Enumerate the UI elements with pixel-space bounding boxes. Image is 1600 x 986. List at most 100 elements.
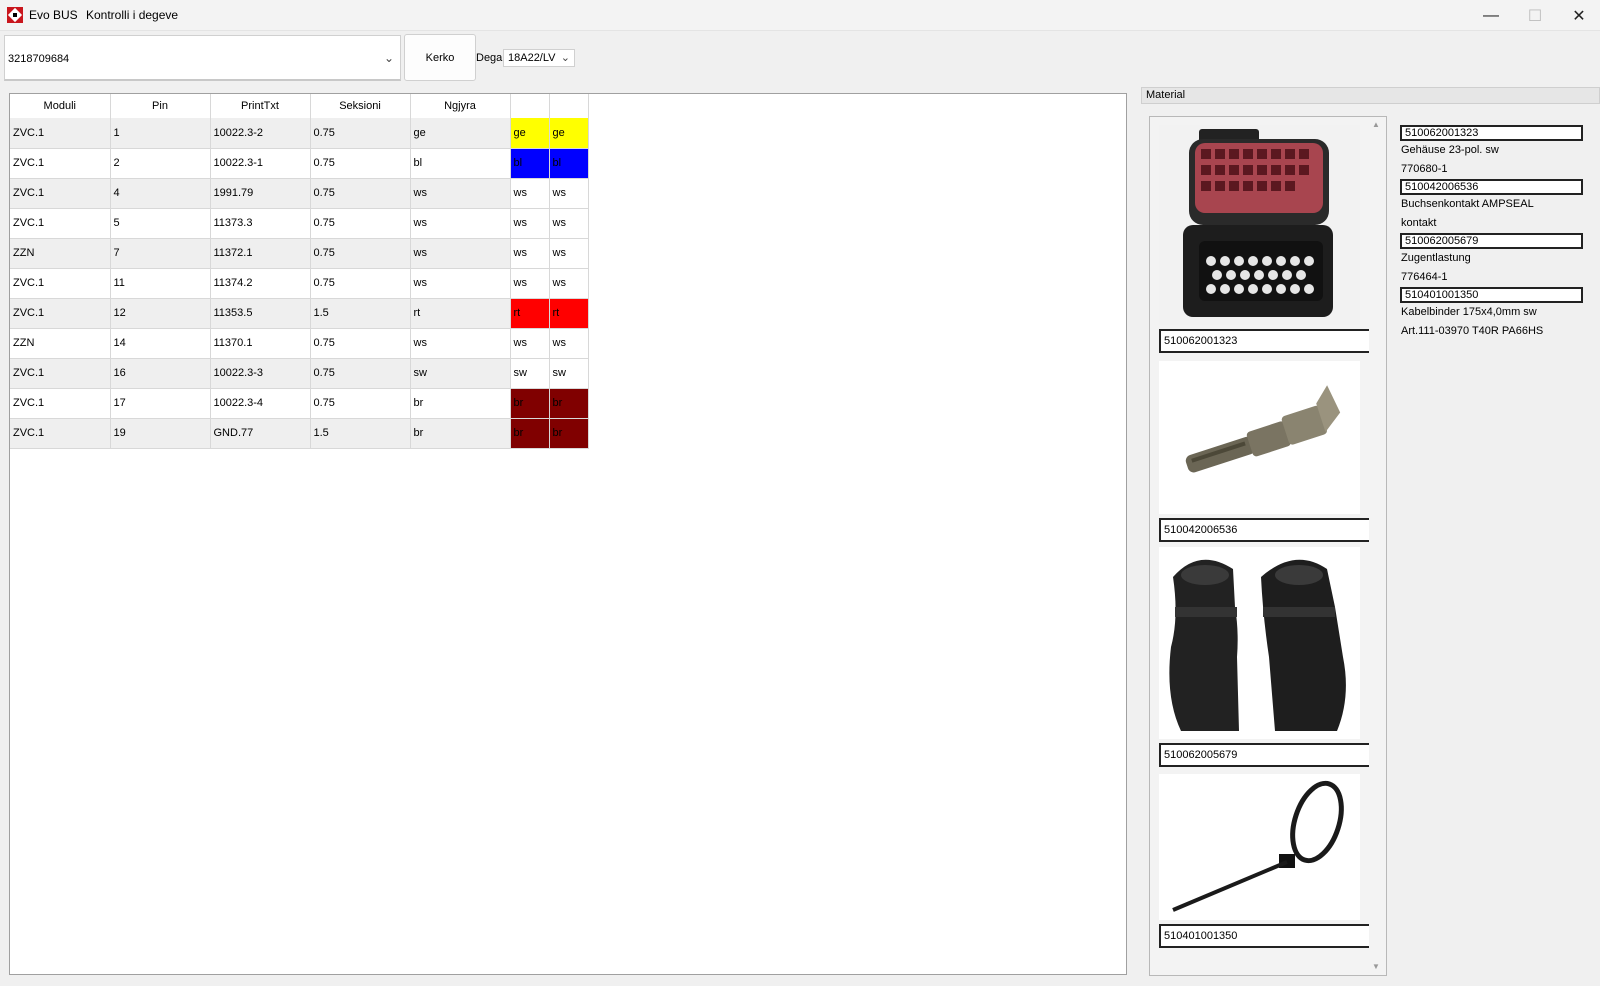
cell-seksioni[interactable]: 0.75 (310, 358, 411, 389)
cell-color-1[interactable]: ws (510, 238, 550, 269)
cell-printtxt[interactable]: 11353.5 (210, 298, 311, 329)
cell-moduli[interactable]: ZVC.1 (10, 148, 111, 179)
cell-seksioni[interactable]: 0.75 (310, 268, 411, 299)
table-row[interactable]: ZVC.1 4 1991.79 0.75 ws ws ws (10, 178, 589, 209)
cell-printtxt[interactable]: 11373.3 (210, 208, 311, 239)
cell-color-2[interactable]: ws (549, 208, 589, 239)
scroll-up-icon[interactable]: ▲ (1372, 120, 1380, 129)
table-row[interactable]: ZVC.1 17 10022.3-4 0.75 br br br (10, 388, 589, 419)
cell-seksioni[interactable]: 0.75 (310, 238, 411, 269)
cell-moduli[interactable]: ZVC.1 (10, 418, 111, 449)
table-row[interactable]: ZVC.1 16 10022.3-3 0.75 sw sw sw (10, 358, 589, 389)
cell-ngjyra[interactable]: ws (410, 238, 511, 269)
material-item[interactable]: 510062005679 (1159, 547, 1369, 767)
wire-grid[interactable]: Moduli Pin PrintTxt Seksioni Ngjyra ZVC.… (9, 93, 1127, 975)
cell-ngjyra[interactable]: sw (410, 358, 511, 389)
cell-color-1[interactable]: sw (510, 358, 550, 389)
cell-moduli[interactable]: ZVC.1 (10, 388, 111, 419)
cell-color-1[interactable]: bl (510, 148, 550, 179)
cell-moduli[interactable]: ZVC.1 (10, 268, 111, 299)
cell-pin[interactable]: 2 (110, 148, 211, 179)
cell-ngjyra[interactable]: ws (410, 268, 511, 299)
cell-color-2[interactable]: ws (549, 328, 589, 359)
cell-color-1[interactable]: ws (510, 178, 550, 209)
cell-printtxt[interactable]: 10022.3-2 (210, 118, 311, 149)
cell-printtxt[interactable]: 10022.3-4 (210, 388, 311, 419)
cell-ngjyra[interactable]: ws (410, 328, 511, 359)
cell-color-2[interactable]: ws (549, 238, 589, 269)
cell-seksioni[interactable]: 0.75 (310, 208, 411, 239)
cell-moduli[interactable]: ZVC.1 (10, 298, 111, 329)
cell-ngjyra[interactable]: rt (410, 298, 511, 329)
cell-seksioni[interactable]: 1.5 (310, 418, 411, 449)
cell-moduli[interactable]: ZVC.1 (10, 118, 111, 149)
cell-ngjyra[interactable]: ws (410, 208, 511, 239)
cell-pin[interactable]: 14 (110, 328, 211, 359)
cell-color-1[interactable]: ws (510, 328, 550, 359)
cell-pin[interactable]: 16 (110, 358, 211, 389)
cell-pin[interactable]: 12 (110, 298, 211, 329)
table-row[interactable]: ZZN 7 11372.1 0.75 ws ws ws (10, 238, 589, 269)
cell-color-1[interactable]: br (510, 418, 550, 449)
cell-pin[interactable]: 7 (110, 238, 211, 269)
column-header-pin[interactable]: Pin (110, 94, 211, 118)
cell-color-1[interactable]: rt (510, 298, 550, 329)
cell-pin[interactable]: 19 (110, 418, 211, 449)
cell-seksioni[interactable]: 0.75 (310, 148, 411, 179)
cell-color-2[interactable]: rt (549, 298, 589, 329)
column-header-seksioni[interactable]: Seksioni (310, 94, 411, 118)
column-header-moduli[interactable]: Moduli (10, 94, 111, 118)
cell-color-1[interactable]: ge (510, 118, 550, 149)
cell-printtxt[interactable]: GND.77 (210, 418, 311, 449)
dega-select[interactable]: 18A22/LV ⌄ (503, 49, 575, 67)
cell-color-1[interactable]: ws (510, 208, 550, 239)
cell-color-2[interactable]: bl (549, 148, 589, 179)
table-row[interactable]: ZZN 14 11370.1 0.75 ws ws ws (10, 328, 589, 359)
cell-seksioni[interactable]: 0.75 (310, 388, 411, 419)
cell-printtxt[interactable]: 1991.79 (210, 178, 311, 209)
cell-seksioni[interactable]: 1.5 (310, 298, 411, 329)
table-row[interactable]: ZVC.1 2 10022.3-1 0.75 bl bl bl (10, 148, 589, 179)
cell-color-1[interactable]: ws (510, 268, 550, 299)
cell-moduli[interactable]: ZVC.1 (10, 208, 111, 239)
cell-pin[interactable]: 1 (110, 118, 211, 149)
cell-ngjyra[interactable]: ws (410, 178, 511, 209)
column-header-color-2[interactable] (549, 94, 589, 118)
cell-moduli[interactable]: ZZN (10, 328, 111, 359)
cell-pin[interactable]: 17 (110, 388, 211, 419)
cell-moduli[interactable]: ZZN (10, 238, 111, 269)
close-button[interactable]: ✕ (1556, 0, 1600, 31)
table-row[interactable]: ZVC.1 12 11353.5 1.5 rt rt rt (10, 298, 589, 329)
cell-color-2[interactable]: sw (549, 358, 589, 389)
cell-seksioni[interactable]: 0.75 (310, 328, 411, 359)
cell-ngjyra[interactable]: bl (410, 148, 511, 179)
table-row[interactable]: ZVC.1 1 10022.3-2 0.75 ge ge ge (10, 118, 589, 149)
cell-printtxt[interactable]: 10022.3-1 (210, 148, 311, 179)
cell-ngjyra[interactable]: ge (410, 118, 511, 149)
cell-seksioni[interactable]: 0.75 (310, 178, 411, 209)
column-header-color-1[interactable] (510, 94, 550, 118)
cell-moduli[interactable]: ZVC.1 (10, 178, 111, 209)
search-combobox[interactable]: 3218709684 ⌄ (4, 35, 401, 81)
cell-ngjyra[interactable]: br (410, 388, 511, 419)
cell-moduli[interactable]: ZVC.1 (10, 358, 111, 389)
cell-printtxt[interactable]: 11374.2 (210, 268, 311, 299)
cell-pin[interactable]: 5 (110, 208, 211, 239)
cell-printtxt[interactable]: 11372.1 (210, 238, 311, 269)
cell-color-1[interactable]: br (510, 388, 550, 419)
cell-color-2[interactable]: ge (549, 118, 589, 149)
material-item[interactable]: 510401001350 (1159, 774, 1369, 948)
cell-seksioni[interactable]: 0.75 (310, 118, 411, 149)
table-row[interactable]: ZVC.1 5 11373.3 0.75 ws ws ws (10, 208, 589, 239)
table-row[interactable]: ZVC.1 11 11374.2 0.75 ws ws ws (10, 268, 589, 299)
cell-pin[interactable]: 4 (110, 178, 211, 209)
cell-color-2[interactable]: ws (549, 178, 589, 209)
cell-color-2[interactable]: br (549, 418, 589, 449)
cell-pin[interactable]: 11 (110, 268, 211, 299)
material-item[interactable]: 510042006536 (1159, 361, 1369, 542)
material-item[interactable]: 510062001323 (1159, 125, 1369, 353)
scroll-down-icon[interactable]: ▼ (1372, 962, 1380, 971)
search-button[interactable]: Kerko (404, 34, 476, 81)
cell-ngjyra[interactable]: br (410, 418, 511, 449)
cell-color-2[interactable]: br (549, 388, 589, 419)
